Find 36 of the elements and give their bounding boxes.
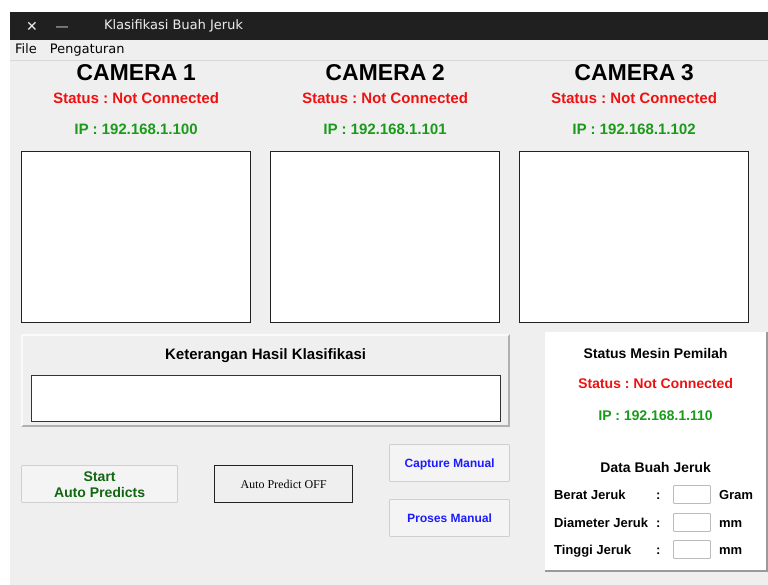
camera-title: CAMERA 2 <box>325 60 445 84</box>
camera-ip: IP : 192.168.1.102 <box>572 120 696 140</box>
camera-status: Status : Not Connected <box>302 89 468 109</box>
field-label: Diameter Jeruk <box>554 514 649 532</box>
capture-manual-button[interactable]: Capture Manual <box>389 444 510 482</box>
process-manual-button[interactable]: Proses Manual <box>389 499 510 537</box>
camera-ip: IP : 192.168.1.100 <box>74 120 198 140</box>
input-field[interactable] <box>673 512 711 532</box>
camera-status: Status : Not Connected <box>53 89 219 109</box>
panel-title: Status Mesin Pemilah <box>584 344 728 363</box>
field-label: Berat Jeruk <box>554 486 627 504</box>
input-field[interactable] <box>673 540 711 560</box>
machine-status: Status : Not Connected <box>578 374 733 393</box>
panel-title: Keterangan Hasil Klasifikasi <box>165 345 366 365</box>
input-field[interactable] <box>673 485 711 504</box>
minimize-button[interactable]: — <box>47 17 77 35</box>
start-auto-predict-button[interactable]: Start Auto Predicts <box>21 465 178 503</box>
window-title: Klasifikasi Buah Jeruk <box>104 17 243 36</box>
field-colon: : <box>656 514 662 532</box>
result-field[interactable] <box>30 374 500 422</box>
unit-label: mm <box>719 541 742 559</box>
close-button[interactable]: ✕ <box>17 16 47 36</box>
auto-predict-indicator: Auto Predict OFF <box>214 465 353 503</box>
data-title: Data Buah Jeruk <box>600 458 711 477</box>
unit-label: Gram <box>719 486 753 504</box>
camera-ip: IP : 192.168.1.101 <box>323 120 447 140</box>
unit-label: mm <box>719 514 742 532</box>
field-label: Tinggi Jeruk <box>554 541 632 559</box>
machine-ip: IP : 192.168.1.110 <box>598 406 713 425</box>
menu-item[interactable]: File <box>13 40 39 60</box>
menu-item[interactable]: Pengaturan <box>48 40 126 60</box>
camera-title: CAMERA 3 <box>574 60 694 84</box>
camera-title: CAMERA 1 <box>76 60 196 84</box>
field-colon: : <box>656 541 662 559</box>
field-colon: : <box>656 486 662 504</box>
camera-status: Status : Not Connected <box>551 89 717 109</box>
